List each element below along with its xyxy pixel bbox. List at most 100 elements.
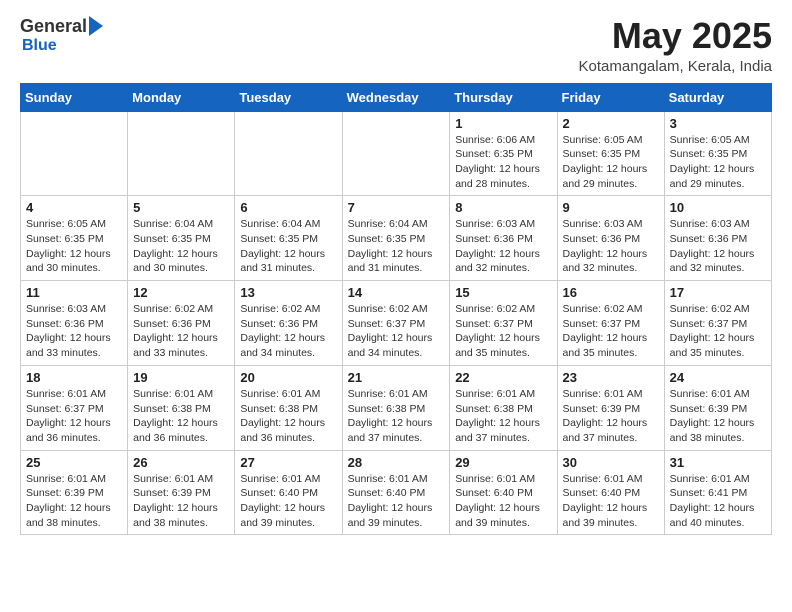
day-info: Sunrise: 6:01 AMSunset: 6:41 PMDaylight:… <box>670 472 766 531</box>
day-info: Sunrise: 6:04 AMSunset: 6:35 PMDaylight:… <box>133 217 229 276</box>
day-number: 30 <box>563 455 659 470</box>
day-number: 20 <box>240 370 336 385</box>
day-number: 17 <box>670 285 766 300</box>
day-info: Sunrise: 6:04 AMSunset: 6:35 PMDaylight:… <box>240 217 336 276</box>
day-header-friday: Friday <box>557 83 664 111</box>
calendar-cell: 20 Sunrise: 6:01 AMSunset: 6:38 PMDayligh… <box>235 365 342 450</box>
day-number: 12 <box>133 285 229 300</box>
calendar-cell: 13 Sunrise: 6:02 AMSunset: 6:36 PMDayligh… <box>235 281 342 366</box>
page: General Blue May 2025 Kotamangalam, Kera… <box>0 0 792 551</box>
day-number: 29 <box>455 455 551 470</box>
calendar-cell: 27Sunrise: 6:01 AMSunset: 6:40 PMDayligh… <box>235 450 342 535</box>
calendar-week-row: 25 Sunrise: 6:01 AMSunset: 6:39 PMDayligh… <box>21 450 772 535</box>
calendar-cell: 28 Sunrise: 6:01 AMSunset: 6:40 PMDayligh… <box>342 450 450 535</box>
calendar-cell <box>128 111 235 196</box>
day-info: Sunrise: 6:03 AMSunset: 6:36 PMDaylight:… <box>26 302 122 361</box>
day-number: 19 <box>133 370 229 385</box>
day-number: 1 <box>455 116 551 131</box>
day-info: Sunrise: 6:01 AMSunset: 6:39 PMDaylight:… <box>563 387 659 446</box>
day-number: 9 <box>563 200 659 215</box>
day-number: 23 <box>563 370 659 385</box>
day-number: 5 <box>133 200 229 215</box>
location: Kotamangalam, Kerala, India <box>579 58 772 75</box>
calendar-cell: 1 Sunrise: 6:06 AMSunset: 6:35 PMDaylight… <box>450 111 557 196</box>
calendar-cell: 19Sunrise: 6:01 AMSunset: 6:38 PMDayligh… <box>128 365 235 450</box>
month-title: May 2025 <box>579 16 772 56</box>
day-number: 28 <box>348 455 445 470</box>
day-number: 8 <box>455 200 551 215</box>
calendar-cell: 11Sunrise: 6:03 AMSunset: 6:36 PMDayligh… <box>21 281 128 366</box>
day-number: 16 <box>563 285 659 300</box>
day-number: 27 <box>240 455 336 470</box>
day-info: Sunrise: 6:01 AMSunset: 6:38 PMDaylight:… <box>240 387 336 446</box>
day-number: 7 <box>348 200 445 215</box>
calendar-cell <box>342 111 450 196</box>
day-info: Sunrise: 6:03 AMSunset: 6:36 PMDaylight:… <box>455 217 551 276</box>
logo-arrow-icon <box>89 16 103 36</box>
calendar-cell: 4Sunrise: 6:05 AMSunset: 6:35 PMDaylight… <box>21 196 128 281</box>
calendar-cell <box>21 111 128 196</box>
day-info: Sunrise: 6:02 AMSunset: 6:36 PMDaylight:… <box>133 302 229 361</box>
calendar-cell: 5 Sunrise: 6:04 AMSunset: 6:35 PMDaylight… <box>128 196 235 281</box>
day-info: Sunrise: 6:01 AMSunset: 6:37 PMDaylight:… <box>26 387 122 446</box>
calendar-cell: 31 Sunrise: 6:01 AMSunset: 6:41 PMDayligh… <box>664 450 771 535</box>
day-info: Sunrise: 6:03 AMSunset: 6:36 PMDaylight:… <box>563 217 659 276</box>
day-info: Sunrise: 6:02 AMSunset: 6:36 PMDaylight:… <box>240 302 336 361</box>
day-number: 10 <box>670 200 766 215</box>
calendar-cell: 6 Sunrise: 6:04 AMSunset: 6:35 PMDaylight… <box>235 196 342 281</box>
calendar-week-row: 18 Sunrise: 6:01 AMSunset: 6:37 PMDayligh… <box>21 365 772 450</box>
day-number: 25 <box>26 455 122 470</box>
day-number: 2 <box>563 116 659 131</box>
title-block: May 2025 Kotamangalam, Kerala, India <box>579 16 772 75</box>
calendar-cell: 24Sunrise: 6:01 AMSunset: 6:39 PMDayligh… <box>664 365 771 450</box>
day-header-monday: Monday <box>128 83 235 111</box>
calendar-cell <box>235 111 342 196</box>
day-number: 13 <box>240 285 336 300</box>
calendar-cell: 30 Sunrise: 6:01 AMSunset: 6:40 PMDayligh… <box>557 450 664 535</box>
day-info: Sunrise: 6:01 AMSunset: 6:40 PMDaylight:… <box>563 472 659 531</box>
calendar-cell: 3Sunrise: 6:05 AMSunset: 6:35 PMDaylight… <box>664 111 771 196</box>
day-info: Sunrise: 6:01 AMSunset: 6:39 PMDaylight:… <box>133 472 229 531</box>
calendar-cell: 16 Sunrise: 6:02 AMSunset: 6:37 PMDayligh… <box>557 281 664 366</box>
day-number: 6 <box>240 200 336 215</box>
calendar-cell: 10 Sunrise: 6:03 AMSunset: 6:36 PMDayligh… <box>664 196 771 281</box>
calendar-cell: 26 Sunrise: 6:01 AMSunset: 6:39 PMDayligh… <box>128 450 235 535</box>
day-number: 21 <box>348 370 445 385</box>
day-header-saturday: Saturday <box>664 83 771 111</box>
day-info: Sunrise: 6:02 AMSunset: 6:37 PMDaylight:… <box>563 302 659 361</box>
day-number: 18 <box>26 370 122 385</box>
calendar-cell: 15 Sunrise: 6:02 AMSunset: 6:37 PMDayligh… <box>450 281 557 366</box>
day-header-sunday: Sunday <box>21 83 128 111</box>
day-info: Sunrise: 6:05 AMSunset: 6:35 PMDaylight:… <box>670 133 766 192</box>
day-info: Sunrise: 6:01 AMSunset: 6:38 PMDaylight:… <box>455 387 551 446</box>
calendar-cell: 9 Sunrise: 6:03 AMSunset: 6:36 PMDaylight… <box>557 196 664 281</box>
day-info: Sunrise: 6:02 AMSunset: 6:37 PMDaylight:… <box>670 302 766 361</box>
calendar-cell: 8 Sunrise: 6:03 AMSunset: 6:36 PMDaylight… <box>450 196 557 281</box>
calendar-week-row: 4Sunrise: 6:05 AMSunset: 6:35 PMDaylight… <box>21 196 772 281</box>
day-info: Sunrise: 6:03 AMSunset: 6:36 PMDaylight:… <box>670 217 766 276</box>
day-number: 15 <box>455 285 551 300</box>
calendar-cell: 25 Sunrise: 6:01 AMSunset: 6:39 PMDayligh… <box>21 450 128 535</box>
day-info: Sunrise: 6:04 AMSunset: 6:35 PMDaylight:… <box>348 217 445 276</box>
day-info: Sunrise: 6:02 AMSunset: 6:37 PMDaylight:… <box>348 302 445 361</box>
day-header-wednesday: Wednesday <box>342 83 450 111</box>
calendar-cell: 14Sunrise: 6:02 AMSunset: 6:37 PMDayligh… <box>342 281 450 366</box>
day-info: Sunrise: 6:02 AMSunset: 6:37 PMDaylight:… <box>455 302 551 361</box>
day-info: Sunrise: 6:01 AMSunset: 6:40 PMDaylight:… <box>348 472 445 531</box>
calendar-cell: 17 Sunrise: 6:02 AMSunset: 6:37 PMDayligh… <box>664 281 771 366</box>
logo: General Blue <box>20 16 103 55</box>
day-info: Sunrise: 6:01 AMSunset: 6:39 PMDaylight:… <box>26 472 122 531</box>
calendar-cell: 22Sunrise: 6:01 AMSunset: 6:38 PMDayligh… <box>450 365 557 450</box>
day-number: 4 <box>26 200 122 215</box>
day-info: Sunrise: 6:01 AMSunset: 6:38 PMDaylight:… <box>348 387 445 446</box>
day-number: 31 <box>670 455 766 470</box>
day-header-tuesday: Tuesday <box>235 83 342 111</box>
logo-general-text: General <box>20 16 87 37</box>
calendar-cell: 7 Sunrise: 6:04 AMSunset: 6:35 PMDaylight… <box>342 196 450 281</box>
day-info: Sunrise: 6:01 AMSunset: 6:39 PMDaylight:… <box>670 387 766 446</box>
header: General Blue May 2025 Kotamangalam, Kera… <box>20 16 772 75</box>
day-info: Sunrise: 6:06 AMSunset: 6:35 PMDaylight:… <box>455 133 551 192</box>
calendar-cell: 23 Sunrise: 6:01 AMSunset: 6:39 PMDayligh… <box>557 365 664 450</box>
calendar-table: SundayMondayTuesdayWednesdayThursdayFrid… <box>20 83 772 536</box>
day-number: 26 <box>133 455 229 470</box>
